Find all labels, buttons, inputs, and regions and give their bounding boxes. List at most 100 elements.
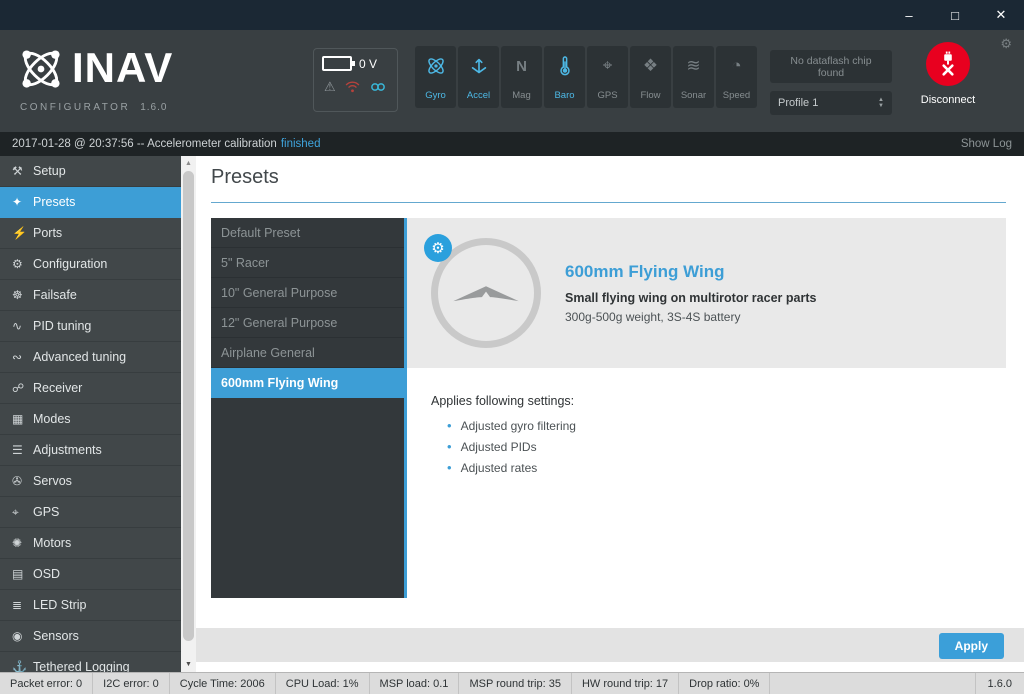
setting-item: •Adjusted PIDs: [447, 439, 1006, 454]
sensor-baro: Baro: [544, 46, 585, 108]
mag-compass-icon: N: [516, 54, 527, 78]
gps-satellite-icon: ⌖: [603, 54, 613, 78]
apply-button[interactable]: Apply: [939, 633, 1004, 659]
sidebar-item-sensors[interactable]: ◉Sensors: [0, 621, 181, 652]
sidebar-item-label: Motors: [33, 536, 71, 550]
maximize-button[interactable]: □: [932, 0, 978, 30]
modes-icon: ▦: [12, 412, 33, 426]
accel-axes-icon: [468, 54, 490, 78]
preset-title: 600mm Flying Wing: [565, 262, 816, 282]
scrollbar-thumb[interactable]: [183, 171, 194, 641]
motors-icon: ✺: [12, 536, 33, 550]
sensor-flow: ❖Flow: [630, 46, 671, 108]
title-divider: [211, 202, 1006, 203]
sidebar-item-label: Modes: [33, 412, 71, 426]
sidebar-item-configuration[interactable]: ⚙Configuration: [0, 249, 181, 280]
sidebar-item-led-strip[interactable]: ≣LED Strip: [0, 590, 181, 621]
sidebar-item-motors[interactable]: ✺Motors: [0, 528, 181, 559]
status-cell-cpu-load: CPU Load: 1%: [276, 673, 370, 694]
status-cells: Packet error: 0I2C error: 0Cycle Time: 2…: [0, 673, 770, 694]
preset-gear-badge: ⚙: [424, 234, 452, 262]
sidebar-item-setup[interactable]: ⚒Setup: [0, 156, 181, 187]
preset-item-default-preset[interactable]: Default Preset: [211, 218, 404, 248]
preset-item-10-general-purpose[interactable]: 10" General Purpose: [211, 278, 404, 308]
sidebar-item-pid-tuning[interactable]: ∿PID tuning: [0, 311, 181, 342]
advanced-tuning-icon: ∾: [12, 350, 33, 364]
preset-item-airplane-general[interactable]: Airplane General: [211, 338, 404, 368]
sidebar-item-presets[interactable]: ✦Presets: [0, 187, 181, 218]
preset-item-5-racer[interactable]: 5" Racer: [211, 248, 404, 278]
main-content: Presets Default Preset5" Racer10" Genera…: [196, 156, 1024, 672]
sidebar-item-label: Servos: [33, 474, 72, 488]
page-title: Presets: [211, 166, 279, 189]
bullet-icon: •: [447, 418, 452, 433]
profile-select[interactable]: Profile 1 ▲ ▼: [770, 91, 892, 115]
sidebar-item-adjustments[interactable]: ☰Adjustments: [0, 435, 181, 466]
sensor-accel: Accel: [458, 46, 499, 108]
sidebar-item-failsafe[interactable]: ☸Failsafe: [0, 280, 181, 311]
flow-icon: ❖: [643, 54, 658, 78]
sidebar-item-osd[interactable]: ▤OSD: [0, 559, 181, 590]
status-cell-drop-ratio: Drop ratio: 0%: [679, 673, 770, 694]
sidebar-item-label: Failsafe: [33, 288, 77, 302]
sidebar-item-advanced-tuning[interactable]: ∾Advanced tuning: [0, 342, 181, 373]
sonar-waves-icon: ≋: [686, 54, 700, 78]
inav-logo: INAV: [14, 42, 173, 96]
receiver-icon: ☍: [12, 381, 33, 395]
sidebar-item-modes[interactable]: ▦Modes: [0, 404, 181, 435]
log-highlight: finished: [281, 138, 321, 150]
sidebar-item-label: Sensors: [33, 629, 79, 643]
preset-item-12-general-purpose[interactable]: 12" General Purpose: [211, 308, 404, 338]
content-toolbar: Apply: [196, 628, 1024, 662]
lifebuoy-icon: ☸: [12, 288, 33, 302]
sidebar-item-label: Presets: [33, 195, 75, 209]
scrollbar-down-icon[interactable]: ▼: [181, 657, 196, 672]
disconnect-button[interactable]: Disconnect: [906, 42, 990, 106]
battery-voltage: 0 V: [359, 57, 377, 71]
sensor-gyro: Gyro: [415, 46, 456, 108]
wrench-icon: ⚒: [12, 164, 33, 178]
app-header: INAV CONFIGURATOR1.6.0 0 V ⚠ GyroAccelNM…: [0, 30, 1024, 132]
chevron-up-down-icon[interactable]: ▲ ▼: [878, 97, 884, 109]
close-button[interactable]: ✕: [978, 0, 1024, 30]
baro-thermometer-icon: [554, 54, 576, 78]
status-cell-hw-round-trip: HW round trip: 17: [572, 673, 679, 694]
sidebar-item-receiver[interactable]: ☍Receiver: [0, 373, 181, 404]
preset-detail: ⚙ 600mm Flying Wing Small flying wing on…: [407, 218, 1006, 598]
sidebar-item-gps[interactable]: ⌖GPS: [0, 497, 181, 528]
gps-target-icon: ⌖: [12, 505, 33, 520]
sliders-icon: ☰: [12, 443, 33, 457]
flying-wing-icon: [452, 277, 520, 309]
magic-wand-icon: ✦: [12, 195, 33, 209]
sidebar-item-label: GPS: [33, 505, 59, 519]
sidebar-item-label: Receiver: [33, 381, 82, 395]
sidebar-item-label: Ports: [33, 226, 62, 240]
sidebar-item-label: Adjustments: [33, 443, 102, 457]
preset-subtitle: Small flying wing on multirotor racer pa…: [565, 291, 816, 305]
bullet-icon: •: [447, 439, 452, 454]
sidebar-item-servos[interactable]: ✇Servos: [0, 466, 181, 497]
scrollbar-up-icon[interactable]: ▲: [181, 156, 196, 171]
sensor-group: GyroAccelNMagBaro⌖GPS❖Flow≋Sonar◔Speed: [415, 46, 757, 108]
settings-gear-icon[interactable]: ⚙: [1000, 36, 1012, 52]
sidebar-item-label: Advanced tuning: [33, 350, 126, 364]
usb-disconnect-icon: [926, 42, 970, 86]
ports-icon: ⚡: [12, 226, 33, 240]
presets-content: Default Preset5" Racer10" General Purpos…: [211, 218, 1006, 598]
minimize-button[interactable]: –: [886, 0, 932, 30]
status-bar: Packet error: 0I2C error: 0Cycle Time: 2…: [0, 672, 1024, 694]
log-bar: 2017-01-28 @ 20:37:56 -- Accelerometer c…: [0, 132, 1024, 156]
sensor-gps: ⌖GPS: [587, 46, 628, 108]
sidebar-item-ports[interactable]: ⚡Ports: [0, 218, 181, 249]
status-cell-msp-round-trip: MSP round trip: 35: [459, 673, 572, 694]
led-strip-icon: ≣: [12, 598, 33, 612]
preset-item-600mm-flying-wing[interactable]: 600mm Flying Wing: [211, 368, 404, 398]
sidebar-scrollbar[interactable]: ▲ ▼: [181, 156, 196, 672]
settings-header: Applies following settings:: [431, 394, 1006, 408]
link-icon: [369, 81, 387, 93]
gyro-atom-icon: [425, 54, 447, 78]
battery-icon: [322, 56, 352, 71]
preset-ring: ⚙: [431, 238, 541, 348]
sidebar-item-tethered-logging[interactable]: ⚓Tethered Logging: [0, 652, 181, 672]
show-log-link[interactable]: Show Log: [961, 138, 1012, 150]
